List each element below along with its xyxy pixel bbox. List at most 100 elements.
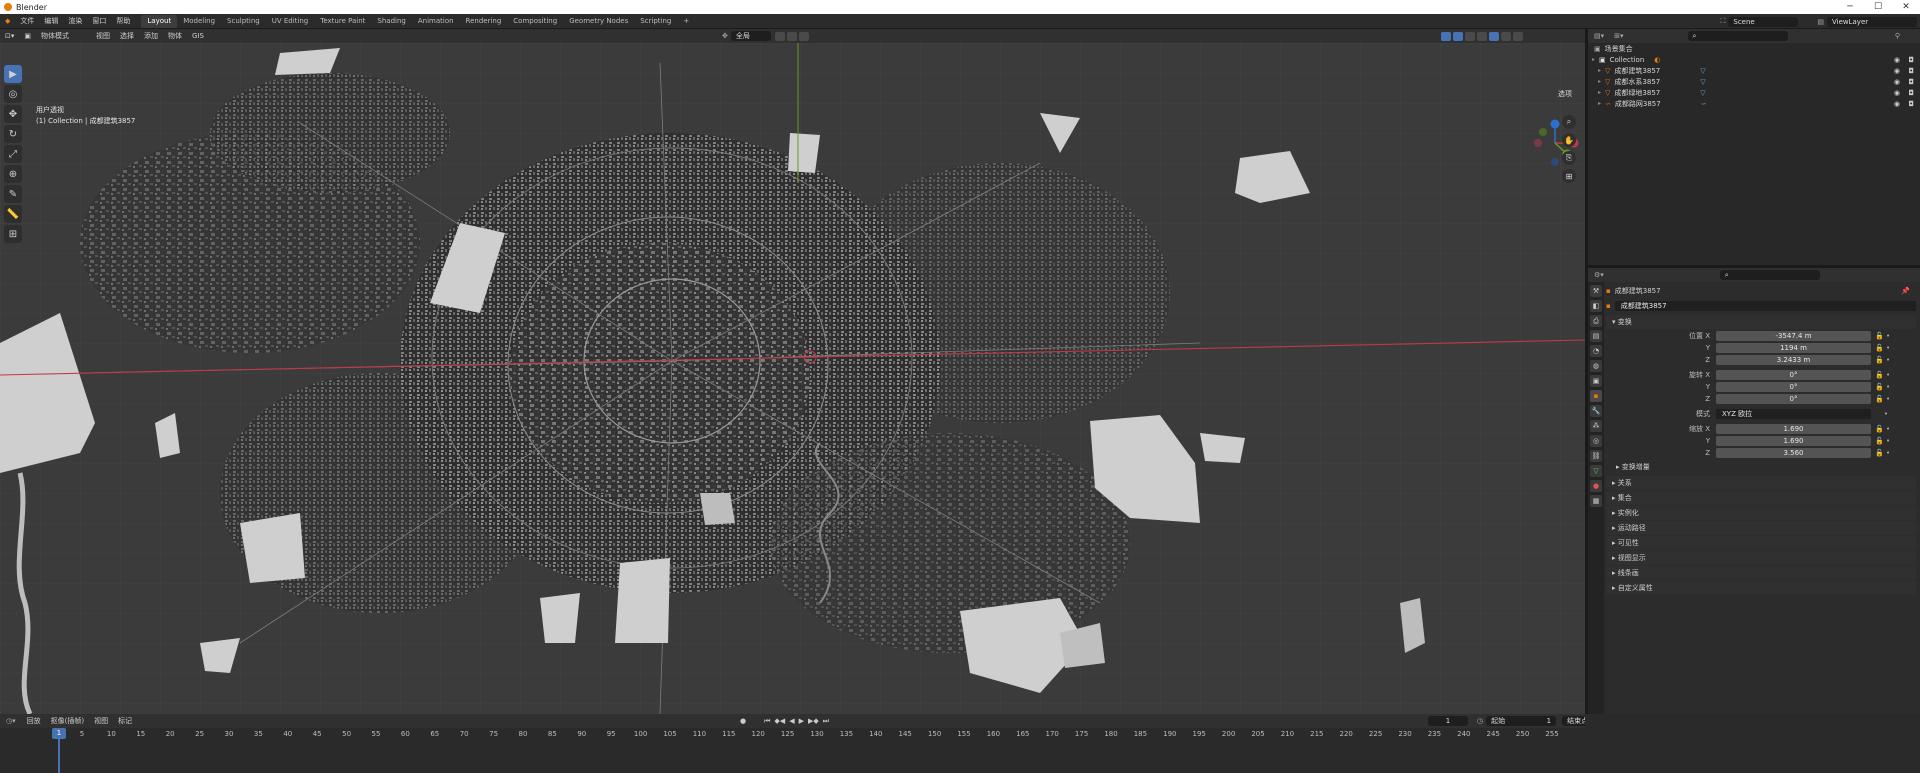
- outliner-row-water[interactable]: ▸ ▽ 成都水系3857 ▽ ◉ ◘: [1588, 76, 1920, 87]
- viewport-display-section-header[interactable]: ▸ 视图显示: [1606, 551, 1916, 565]
- mode-select[interactable]: 物体模式: [36, 31, 91, 41]
- scale-x-field[interactable]: 1.690: [1716, 423, 1871, 434]
- outliner-row-collection[interactable]: ▸ ▣ Collection ◐ ◉ ◘: [1588, 54, 1920, 65]
- particles-tab-icon[interactable]: ⁂: [1590, 420, 1602, 432]
- relations-section-header[interactable]: ▸ 关系: [1606, 476, 1916, 490]
- render-camera-icon[interactable]: ◘: [1908, 100, 1914, 108]
- pan-hand-icon[interactable]: ✋: [1562, 133, 1576, 147]
- scene-collection-row[interactable]: ▣ 场景集合: [1588, 43, 1920, 54]
- tab-layout[interactable]: Layout: [141, 14, 178, 28]
- play-reverse-icon[interactable]: ◀: [789, 717, 794, 725]
- lock-icon[interactable]: 🔓 •: [1871, 383, 1905, 391]
- blender-menu-icon[interactable]: ◆: [0, 17, 15, 25]
- cursor-tool[interactable]: ◎: [4, 85, 22, 103]
- collections-section-header[interactable]: ▸ 集合: [1606, 491, 1916, 505]
- measure-tool[interactable]: 📏: [4, 205, 22, 223]
- menu-gis[interactable]: GIS: [187, 32, 209, 40]
- menu-file[interactable]: 文件: [15, 16, 39, 26]
- scene-name-field[interactable]: Scene: [1728, 16, 1799, 27]
- outliner-row-green[interactable]: ▸ ▽ 成都绿地3857 ▽ ◉ ◘: [1588, 87, 1920, 98]
- data-tab-icon[interactable]: ▽: [1590, 465, 1602, 477]
- camera-view-icon[interactable]: ⎘: [1562, 151, 1576, 165]
- options-menu[interactable]: 选项: [1558, 89, 1572, 99]
- rotate-tool[interactable]: ↻: [4, 125, 22, 143]
- custom-properties-section-header[interactable]: ▸ 自定义属性: [1606, 581, 1916, 595]
- lock-icon[interactable]: 🔓 •: [1871, 395, 1905, 403]
- tab-compositing[interactable]: Compositing: [507, 15, 563, 28]
- lock-icon[interactable]: 🔓 •: [1871, 356, 1905, 364]
- line-art-section-header[interactable]: ▸ 线条画: [1606, 566, 1916, 580]
- playhead[interactable]: 1: [52, 728, 66, 739]
- location-z-field[interactable]: 3.2433 m: [1716, 354, 1871, 365]
- add-workspace-button[interactable]: +: [677, 15, 695, 28]
- pivot-icon[interactable]: [774, 31, 785, 41]
- constraints-tab-icon[interactable]: ⛓: [1590, 450, 1602, 462]
- timeline-area[interactable]: 5 10 15 20 25 30 35 40 45 50 55 60 65 70 75 80 85 90 95 100…: [0, 728, 1585, 773]
- keyframe-dot-icon[interactable]: •: [1871, 410, 1905, 418]
- outliner-search-input[interactable]: ⌕: [1687, 31, 1788, 41]
- texture-tab-icon[interactable]: ▦: [1590, 495, 1602, 507]
- menu-help[interactable]: 帮助: [111, 16, 135, 26]
- zoom-icon[interactable]: ⌕: [1562, 115, 1576, 129]
- rotation-y-field[interactable]: 0°: [1716, 381, 1871, 392]
- rotation-mode-select[interactable]: XYZ 欧拉: [1716, 408, 1871, 419]
- menu-select[interactable]: 选择: [115, 31, 139, 41]
- solid-shading-icon[interactable]: [1489, 31, 1499, 41]
- play-icon[interactable]: ▶: [799, 717, 804, 725]
- tab-geometry-nodes[interactable]: Geometry Nodes: [563, 15, 634, 28]
- 3d-viewport[interactable]: 用户透视 (1) Collection | 成都建筑3857 ▶ ◎ ✥ ↻ ⤢…: [0, 43, 1585, 714]
- visibility-eye-icon[interactable]: ◉: [1894, 56, 1900, 64]
- menu-window[interactable]: 窗口: [87, 16, 111, 26]
- menu-object[interactable]: 物体: [163, 31, 187, 41]
- visibility-eye-icon[interactable]: ◉: [1894, 67, 1900, 75]
- material-tab-icon[interactable]: ●: [1590, 480, 1602, 492]
- world-tab-icon[interactable]: ◍: [1590, 360, 1602, 372]
- scale-y-field[interactable]: 1.690: [1716, 435, 1871, 446]
- menu-edit[interactable]: 编辑: [39, 16, 63, 26]
- scene-tab-icon[interactable]: ◔: [1590, 345, 1602, 357]
- snap-icon[interactable]: [786, 31, 797, 41]
- lock-icon[interactable]: 🔓 •: [1871, 371, 1905, 379]
- menu-render[interactable]: 渲染: [63, 16, 87, 26]
- next-keyframe-icon[interactable]: ▶◆: [808, 717, 819, 725]
- scale-z-field[interactable]: 3.560: [1716, 447, 1871, 458]
- instancing-section-header[interactable]: ▸ 实例化: [1606, 506, 1916, 520]
- expand-icon[interactable]: ▸: [1592, 56, 1595, 63]
- editor-type-icon[interactable]: ⊡▾: [0, 32, 19, 40]
- jump-end-icon[interactable]: ⏭: [823, 717, 829, 726]
- menu-view[interactable]: 视图: [89, 716, 113, 726]
- object-name-field[interactable]: 成都建筑3857: [1614, 300, 1916, 311]
- menu-view[interactable]: 视图: [91, 31, 115, 41]
- lock-icon[interactable]: 🔓 •: [1871, 437, 1905, 445]
- timeline-editor-icon[interactable]: ◷▾: [0, 717, 22, 725]
- show-overlays-icon[interactable]: [1453, 31, 1463, 41]
- expand-icon[interactable]: ▸: [1598, 100, 1601, 107]
- add-cube-tool[interactable]: ⊞: [4, 225, 22, 243]
- proportional-edit-icon[interactable]: [798, 31, 809, 41]
- current-frame-field[interactable]: 1: [1428, 716, 1468, 726]
- modifiers-tab-icon[interactable]: 🔧: [1590, 405, 1602, 417]
- tab-uv-editing[interactable]: UV Editing: [266, 15, 315, 28]
- lock-icon[interactable]: 🔓 •: [1871, 344, 1905, 352]
- material-shading-icon[interactable]: [1501, 31, 1511, 41]
- prev-keyframe-icon[interactable]: ◆◀: [774, 717, 785, 725]
- rotation-z-field[interactable]: 0°: [1716, 393, 1871, 404]
- editor-type-icon[interactable]: ⚙▾: [1588, 271, 1610, 279]
- menu-marker[interactable]: 标记: [113, 716, 137, 726]
- view-layer-field[interactable]: ViewLayer: [1827, 16, 1917, 27]
- display-mode-icon[interactable]: ⊞▾: [1610, 32, 1627, 40]
- visibility-section-header[interactable]: ▸ 可见性: [1606, 536, 1916, 550]
- tab-texture-paint[interactable]: Texture Paint: [314, 15, 371, 28]
- wireframe-shading-icon[interactable]: [1477, 31, 1487, 41]
- annotate-tool[interactable]: ✎: [4, 185, 22, 203]
- outliner-row-roads[interactable]: ▸ ∽ 成都路网3857 ∽ ◉ ◘: [1588, 98, 1920, 109]
- show-gizmo-icon[interactable]: [1441, 31, 1451, 41]
- perspective-toggle-icon[interactable]: ⊞: [1562, 169, 1576, 183]
- scale-tool[interactable]: ⤢: [4, 145, 22, 163]
- menu-add[interactable]: 添加: [139, 31, 163, 41]
- tab-modeling[interactable]: Modeling: [177, 15, 221, 28]
- tab-animation[interactable]: Animation: [412, 15, 460, 28]
- output-tab-icon[interactable]: ⎙: [1590, 315, 1602, 327]
- filter-icon[interactable]: ⚲: [1895, 32, 1900, 40]
- select-box-tool[interactable]: ▶: [4, 65, 22, 83]
